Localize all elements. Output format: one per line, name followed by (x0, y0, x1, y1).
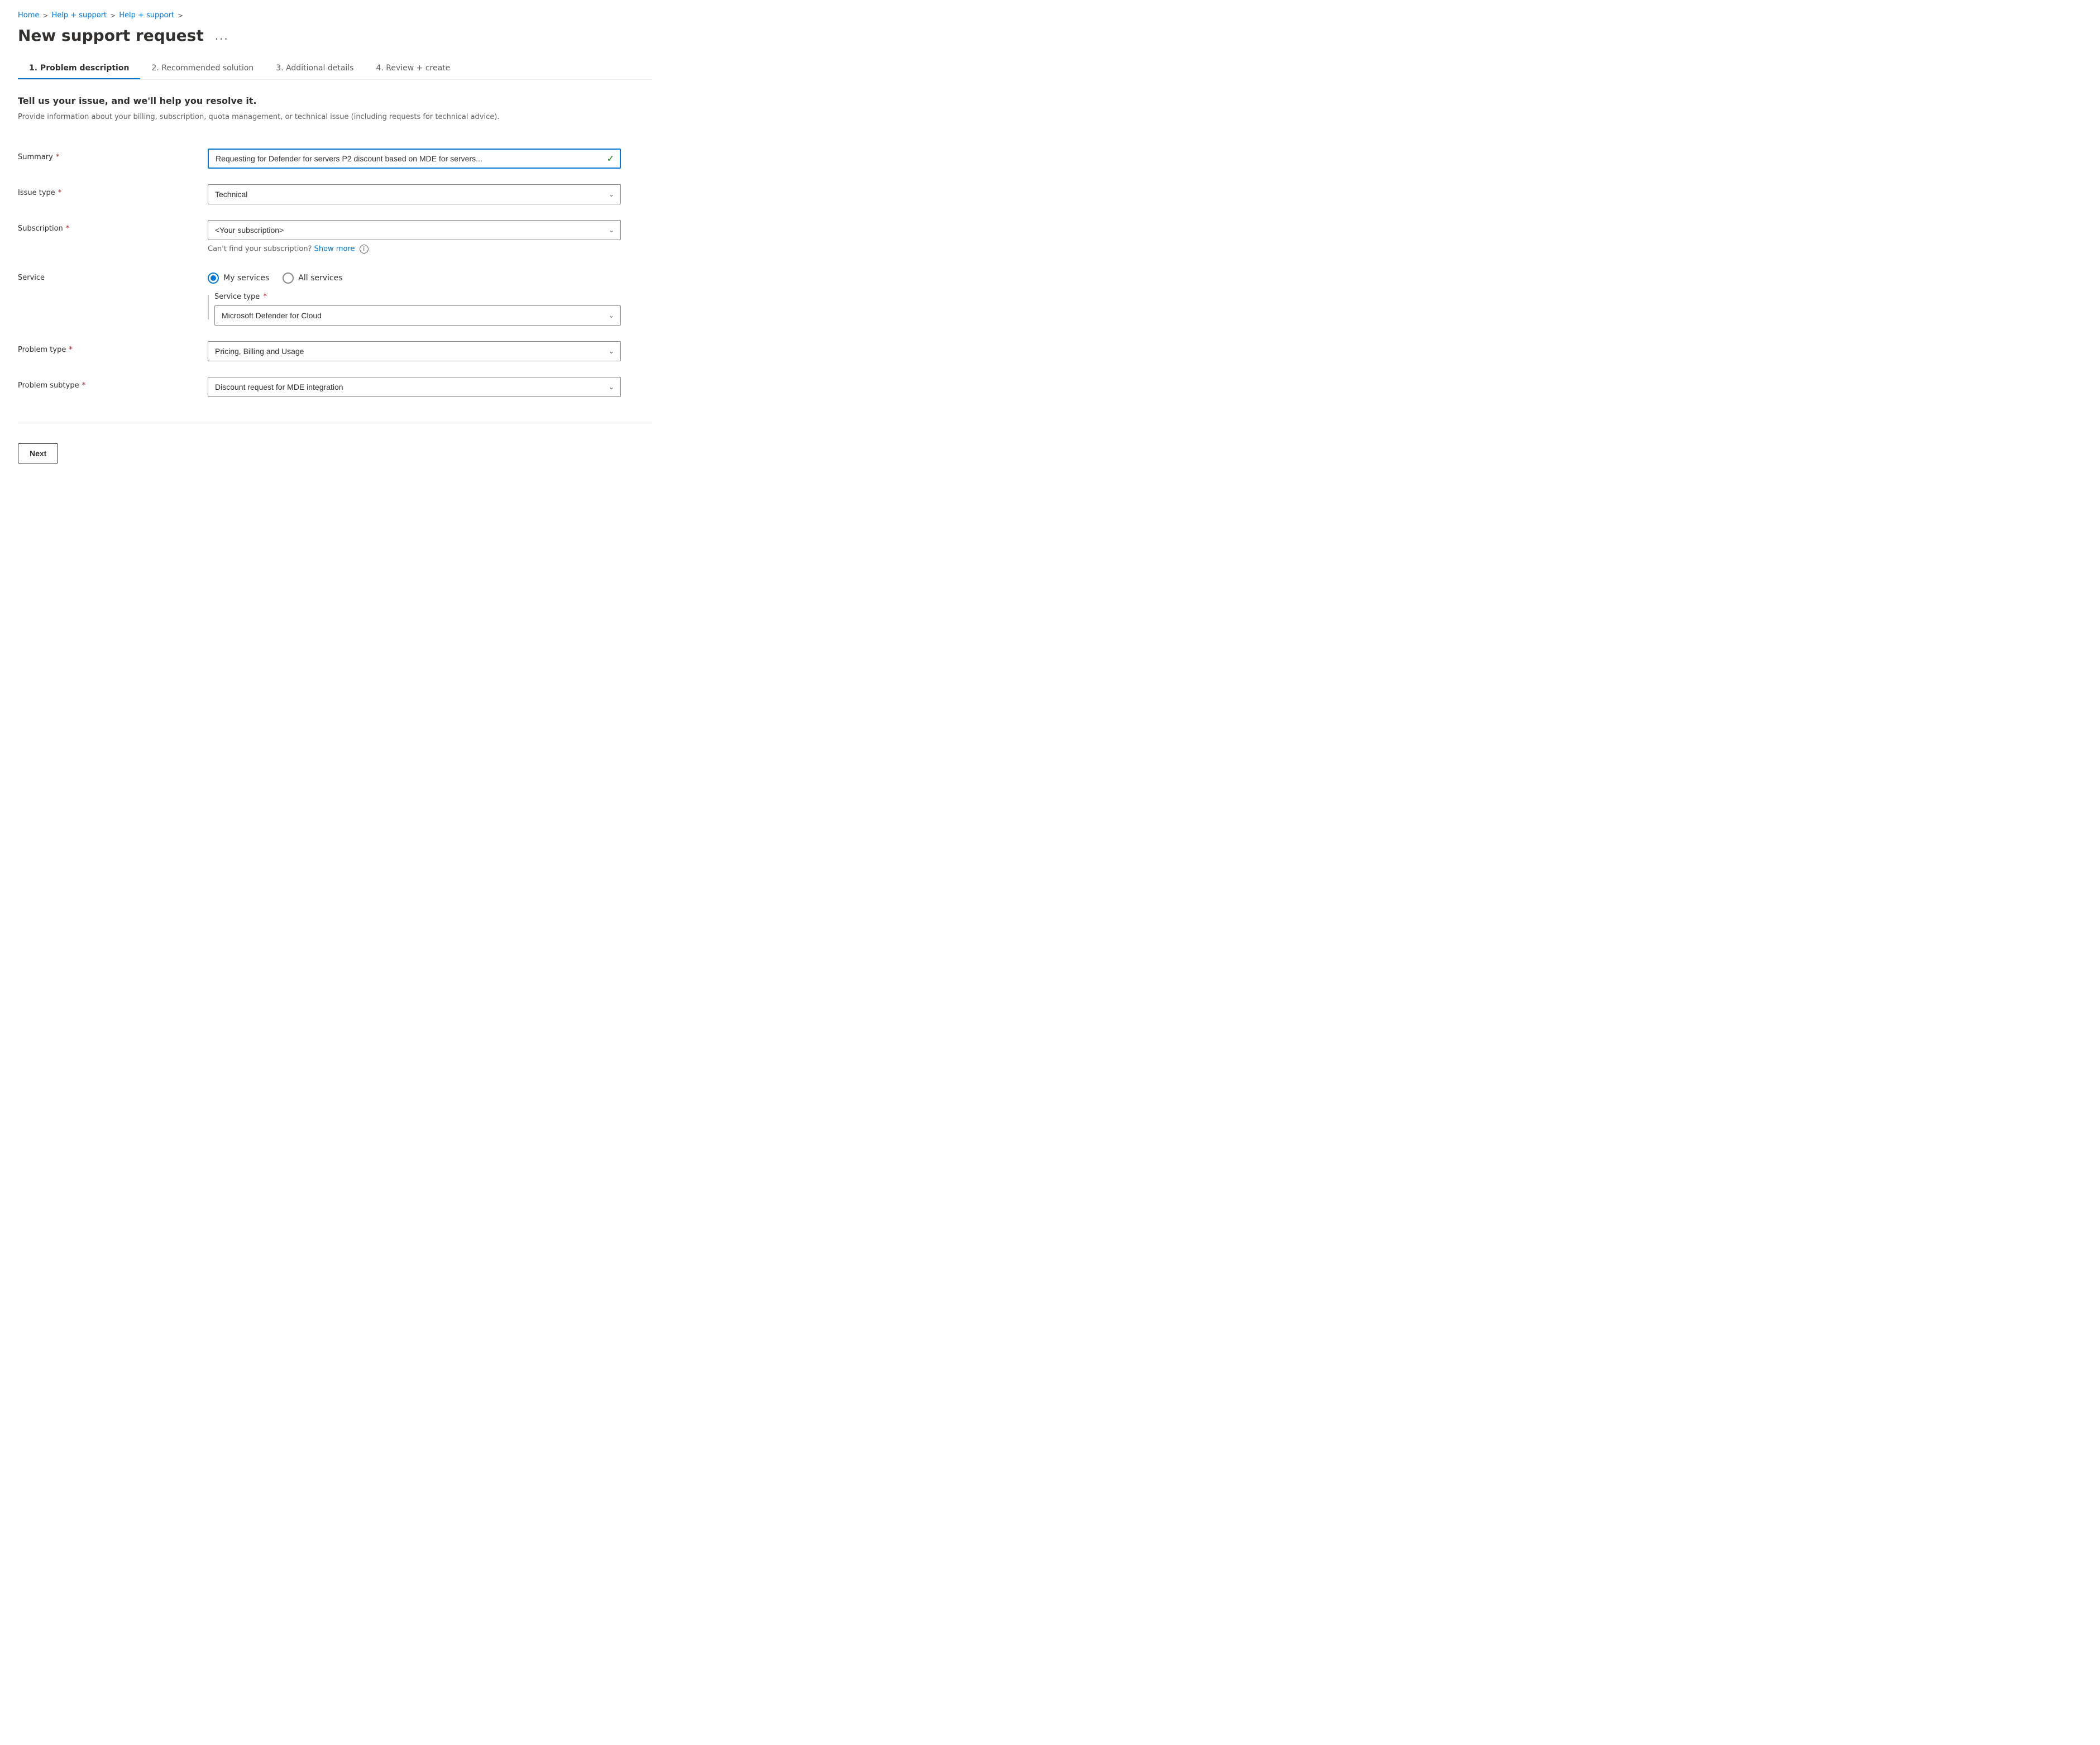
my-services-label: My services (223, 274, 269, 283)
subscription-label: Subscription * (18, 220, 208, 233)
breadcrumb-help-support-1[interactable]: Help + support (51, 11, 107, 20)
page-menu-button[interactable]: ... (211, 27, 233, 45)
issue-type-row: Issue type * Technical Billing Subscript… (18, 176, 652, 212)
info-icon[interactable]: i (360, 245, 369, 254)
issue-type-select[interactable]: Technical Billing Subscription managemen… (208, 184, 621, 204)
problem-type-label: Problem type * (18, 341, 208, 354)
form-fields: Summary * ✓ Issue type * Technical (18, 141, 652, 405)
issue-type-required: * (58, 189, 62, 197)
problem-subtype-label: Problem subtype * (18, 377, 208, 390)
tab-recommended-solution[interactable]: 2. Recommended solution (140, 58, 265, 79)
problem-subtype-select[interactable]: Discount request for MDE integration Gen… (208, 377, 621, 397)
breadcrumb-sep-1: > (42, 12, 48, 20)
breadcrumb: Home > Help + support > Help + support > (18, 11, 652, 20)
problem-subtype-field-wrapper: Discount request for MDE integration Gen… (208, 377, 621, 397)
service-type-label: Service type * (214, 293, 281, 301)
my-services-radio[interactable] (208, 272, 219, 284)
show-more-link[interactable]: Show more (314, 245, 355, 253)
my-services-option[interactable]: My services (208, 272, 269, 284)
form-heading: Tell us your issue, and we'll help you r… (18, 95, 652, 106)
tab-problem-description[interactable]: 1. Problem description (18, 58, 140, 79)
service-radio-group: My services All services (208, 269, 621, 284)
breadcrumb-home[interactable]: Home (18, 11, 39, 20)
form-description: Provide information about your billing, … (18, 112, 520, 123)
summary-required: * (56, 153, 60, 161)
all-services-label: All services (298, 274, 342, 283)
issue-type-label: Issue type * (18, 184, 208, 197)
problem-subtype-required: * (82, 381, 86, 390)
service-label: Service (18, 269, 208, 282)
summary-input[interactable] (208, 149, 621, 169)
problem-type-row: Problem type * Pricing, Billing and Usag… (18, 333, 652, 369)
cant-find-subscription: Can't find your subscription? Show more … (208, 245, 621, 254)
problem-type-select[interactable]: Pricing, Billing and Usage Availability … (208, 341, 621, 361)
wizard-tabs: 1. Problem description 2. Recommended so… (18, 58, 652, 80)
problem-type-field-wrapper: Pricing, Billing and Usage Availability … (208, 341, 621, 361)
footer-actions: Next (18, 434, 652, 481)
subscription-select[interactable]: <Your subscription> (208, 220, 621, 240)
all-services-radio[interactable] (283, 272, 294, 284)
subscription-row: Subscription * <Your subscription> ⌄ Can… (18, 212, 652, 261)
issue-type-field-wrapper: Technical Billing Subscription managemen… (208, 184, 621, 204)
service-row: Service My services All services (18, 261, 652, 333)
subscription-required: * (66, 224, 70, 233)
problem-type-required: * (69, 346, 73, 354)
summary-valid-icon: ✓ (607, 153, 614, 164)
breadcrumb-sep-2: > (110, 12, 116, 20)
breadcrumb-help-support-2[interactable]: Help + support (119, 11, 174, 20)
breadcrumb-sep-3: > (178, 12, 183, 20)
tab-review-create[interactable]: 4. Review + create (365, 58, 461, 79)
tab-additional-details[interactable]: 3. Additional details (265, 58, 365, 79)
service-field-wrapper: My services All services Service type (208, 269, 621, 326)
next-button[interactable]: Next (18, 443, 58, 463)
page-title: New support request (18, 26, 204, 45)
summary-label: Summary * (18, 149, 208, 161)
problem-subtype-row: Problem subtype * Discount request for M… (18, 369, 652, 405)
summary-field-wrapper: ✓ (208, 149, 621, 169)
subscription-field-wrapper: <Your subscription> ⌄ Can't find your su… (208, 220, 621, 254)
summary-row: Summary * ✓ (18, 141, 652, 176)
all-services-option[interactable]: All services (283, 272, 342, 284)
service-type-select[interactable]: Microsoft Defender for Cloud Azure Virtu… (214, 305, 621, 326)
